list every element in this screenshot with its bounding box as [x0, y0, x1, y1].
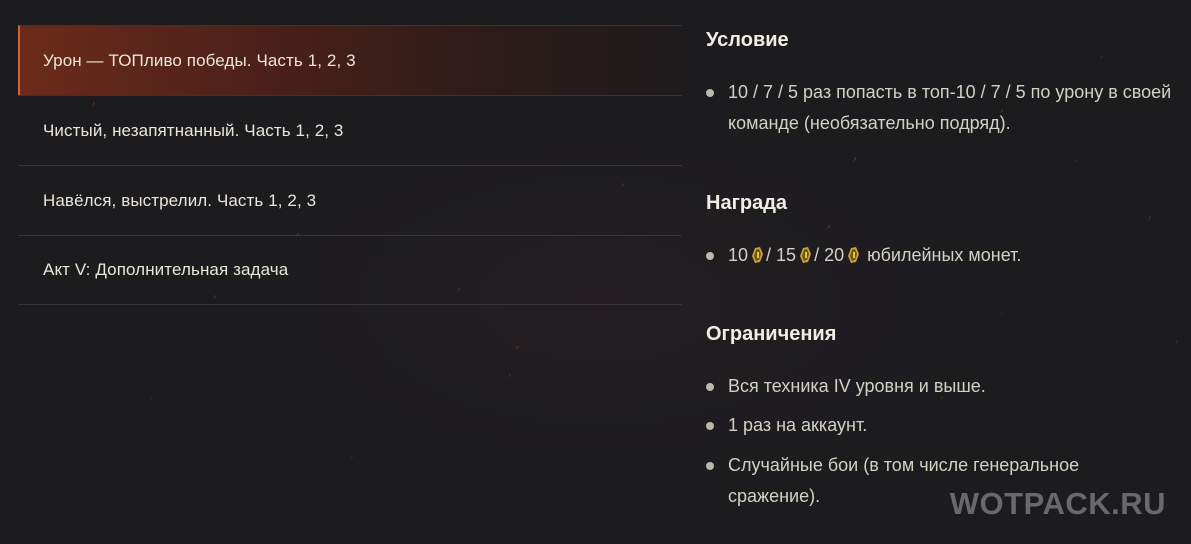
- reward-amount-1: 10: [728, 245, 749, 265]
- coin-icon: [848, 247, 860, 263]
- tab-aimed-fired[interactable]: Навёлся, выстрелил. Часть 1, 2, 3: [18, 165, 682, 235]
- reward-item: 10 / 15 / 20 юбилейных монет.: [706, 240, 1176, 271]
- tab-act-v-additional-task[interactable]: Акт V: Дополнительная задача: [18, 235, 682, 305]
- tab-label: Чистый, незапятнанный. Часть 1, 2, 3: [43, 120, 344, 140]
- tab-label: Акт V: Дополнительная задача: [43, 260, 289, 279]
- condition-heading: Условие: [706, 29, 789, 51]
- tab-clean-unstained[interactable]: Чистый, незапятнанный. Часть 1, 2, 3: [18, 95, 682, 165]
- tab-label: Навёлся, выстрелил. Часть 1, 2, 3: [43, 190, 317, 210]
- coin-icon: [800, 247, 812, 263]
- tab-label: Урон — ТОПливо победы. Часть 1, 2, 3: [43, 50, 356, 70]
- site-watermark: WOTPACK.RU: [949, 486, 1166, 521]
- restriction-item: Вся техника IV уровня и выше.: [706, 371, 1176, 402]
- restriction-item: 1 раз на аккаунт.: [706, 410, 1176, 441]
- reward-amount-3: / 20: [814, 245, 845, 265]
- reward-currency-label: юбилейных монет.: [867, 245, 1022, 265]
- reward-amount-2: / 15: [766, 245, 797, 265]
- coin-icon: [752, 247, 764, 263]
- reward-heading: Награда: [706, 192, 788, 214]
- condition-item: 10 / 7 / 5 раз попасть в топ-10 / 7 / 5 …: [706, 77, 1176, 139]
- restrictions-heading: Ограничения: [706, 323, 837, 345]
- tab-damage-fuel-of-victory[interactable]: Урон — ТОПливо победы. Часть 1, 2, 3: [18, 25, 682, 95]
- quest-tab-list: Урон — ТОПливо победы. Часть 1, 2, 3 Чис…: [18, 25, 682, 305]
